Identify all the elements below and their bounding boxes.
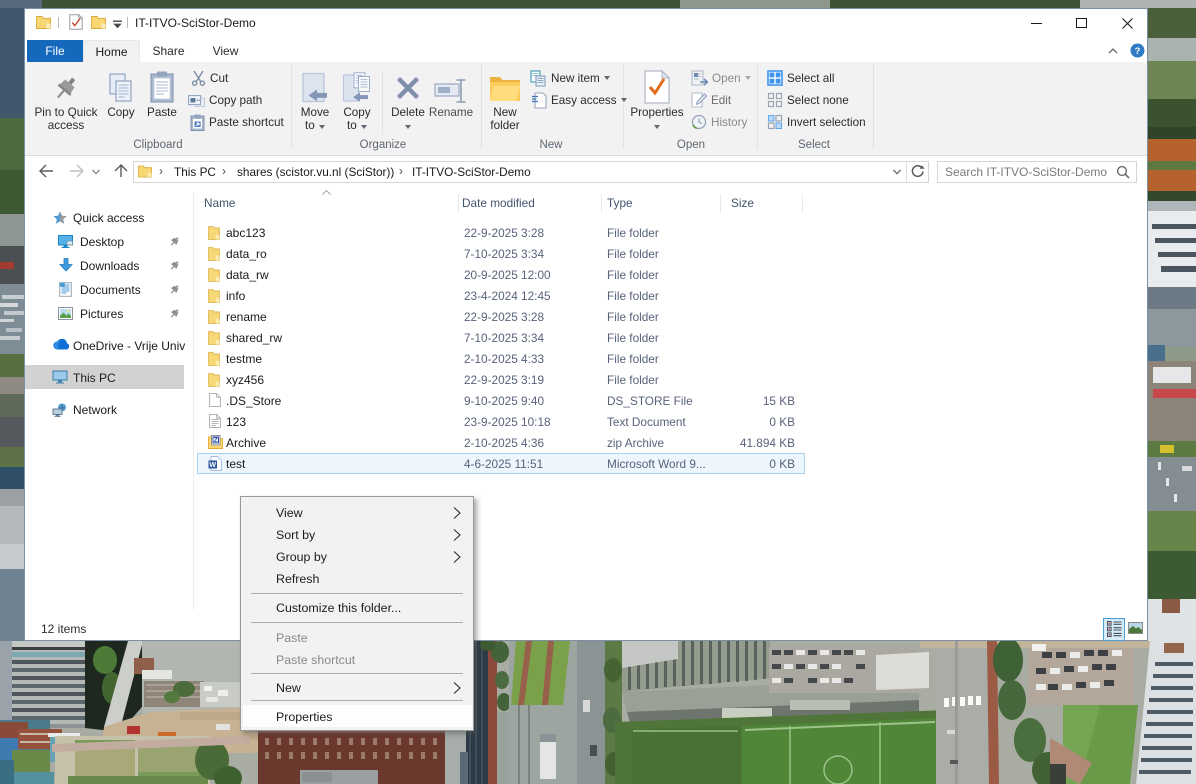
svg-text:?: ?: [1135, 46, 1141, 57]
svg-text:Z: Z: [214, 437, 218, 444]
svg-text:W: W: [209, 462, 216, 469]
